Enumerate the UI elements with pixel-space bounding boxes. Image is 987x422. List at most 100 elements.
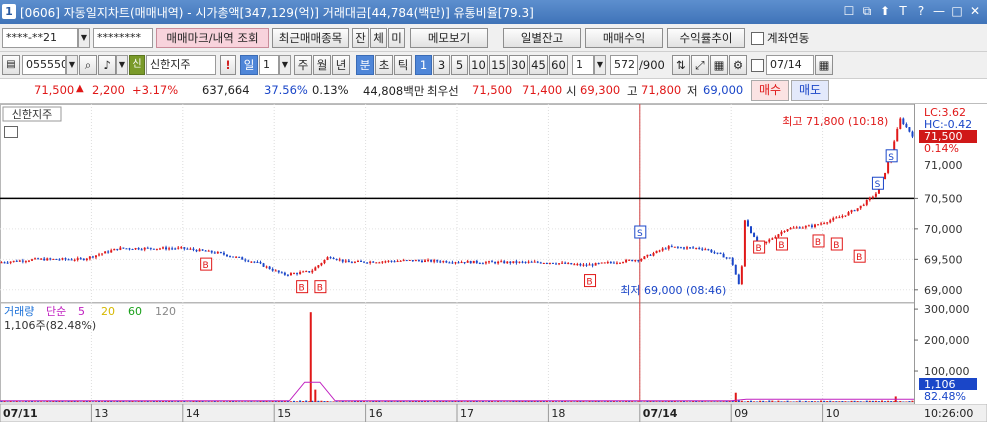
period-year-button[interactable]: 년 (332, 55, 350, 75)
stock-name-field[interactable]: 신한지주 (146, 55, 216, 75)
price-change: 2,200 (92, 83, 125, 97)
period-tick-button[interactable]: 틱 (394, 55, 412, 75)
bid-price: 71,400 (522, 83, 563, 97)
pin-icon[interactable]: ⬆ (877, 3, 893, 20)
copy-window-icon[interactable]: ⧉ (859, 3, 875, 20)
indicator-icon[interactable]: ⇅ (672, 55, 690, 75)
stock-code-input[interactable]: 055550 (22, 55, 66, 75)
chart-area[interactable]: B B B B B B B B B S S S 최고 71,800 (10:18) 최저 69,000 (… (0, 104, 987, 422)
volume-bar (101, 401, 104, 402)
period-second-button[interactable]: 초 (375, 55, 393, 75)
gear-icon[interactable]: ⚙ (729, 55, 747, 75)
price-volume-chart[interactable]: B B B B B B B B B S S S 최고 71,800 (10:18) 최저 69,000 (… (0, 104, 987, 422)
linked-account-checkbox[interactable] (751, 32, 764, 45)
trade-profit-button[interactable]: 매매수익 (585, 28, 663, 48)
help-icon[interactable]: ? (913, 3, 929, 20)
candle-body (259, 262, 262, 264)
memo-button[interactable]: 메모보기 (410, 28, 488, 48)
low-price: 69,000 (703, 83, 744, 97)
jan-button[interactable]: 잔 (352, 28, 369, 48)
candle-body (9, 261, 12, 263)
daily-balance-button[interactable]: 일별잔고 (503, 28, 581, 48)
minute-1-button[interactable]: 1 (415, 55, 432, 75)
period-num-input[interactable]: 1 (259, 55, 279, 75)
account-dropdown-icon[interactable]: ▼ (78, 28, 90, 48)
grid-icon[interactable]: ▦ (710, 55, 728, 75)
minute-5-button[interactable]: 5 (451, 55, 468, 75)
volume-bar (780, 401, 783, 402)
period-num-dropdown-icon[interactable]: ▼ (279, 55, 291, 75)
volume-bar (707, 401, 710, 402)
volume-bar (40, 401, 43, 402)
che-button[interactable]: 체 (370, 28, 387, 48)
volume-bar (719, 401, 722, 402)
minute-10-button[interactable]: 10 (469, 55, 488, 75)
candle-body (393, 261, 396, 263)
buy-button[interactable]: 매수 (751, 80, 789, 101)
code-dropdown-icon[interactable]: ▼ (66, 55, 78, 75)
candle-body (58, 259, 61, 261)
candle-body (832, 218, 835, 221)
volume-bar (771, 400, 774, 402)
candle-body (606, 262, 609, 264)
calendar-icon[interactable]: ▦ (815, 55, 833, 75)
candle-body (241, 257, 244, 260)
font-icon[interactable]: T (895, 3, 911, 20)
volume-bar (686, 401, 689, 402)
volume: 637,664 (202, 83, 250, 97)
x-axis-label: 16 (369, 407, 383, 420)
sell-button[interactable]: 매도 (791, 80, 829, 101)
minute-3-button[interactable]: 3 (433, 55, 450, 75)
chart-table-icon[interactable] (4, 126, 18, 138)
search-icon[interactable]: ⌕ (79, 55, 97, 75)
draw-tools-icon[interactable]: ⤢ (691, 55, 709, 75)
period-week-button[interactable]: 주 (294, 55, 312, 75)
speaker-icon[interactable]: ♪ (98, 55, 116, 75)
period-day-button[interactable]: 일 (240, 55, 258, 75)
count-select[interactable]: 1 (572, 55, 594, 75)
mi-button[interactable]: 미 (388, 28, 405, 48)
minute-15-button[interactable]: 15 (489, 55, 508, 75)
candle-body (887, 161, 890, 173)
volume-bar (268, 401, 271, 402)
recent-items-button[interactable]: 최근매매종목 (272, 28, 349, 48)
menu-icon[interactable]: ▤ (2, 55, 20, 75)
minute-45-button[interactable]: 45 (529, 55, 548, 75)
maximize-icon[interactable]: □ (949, 3, 965, 20)
candle-body (515, 261, 518, 263)
minute-30-button[interactable]: 30 (509, 55, 528, 75)
period-month-button[interactable]: 월 (313, 55, 331, 75)
candle-body (18, 260, 21, 262)
candle-body (308, 271, 311, 273)
count-dropdown-icon[interactable]: ▼ (594, 55, 606, 75)
candle-body (40, 258, 43, 260)
close-icon[interactable]: ✕ (967, 3, 983, 20)
candle-body (216, 252, 219, 254)
candle-body (634, 260, 637, 262)
candle-body (402, 260, 405, 262)
date-checkbox[interactable] (751, 59, 764, 72)
screen-number[interactable]: 1 (2, 4, 16, 19)
count-input[interactable]: 572 (610, 55, 638, 75)
account-select[interactable]: ****-**21 (2, 28, 78, 48)
candle-body (625, 259, 628, 263)
password-field[interactable]: ******** (93, 28, 153, 48)
trade-mark-button[interactable]: 매매마크/내역 조회 (156, 28, 269, 48)
candle-body (128, 248, 131, 250)
speaker-dropdown-icon[interactable]: ▼ (116, 55, 128, 75)
return-trend-button[interactable]: 수익률추이 (667, 28, 745, 48)
period-minute-button[interactable]: 분 (356, 55, 374, 75)
volume-bar (664, 401, 667, 402)
candle-body (6, 262, 9, 264)
candle-body (207, 250, 210, 252)
candle-body (143, 247, 146, 250)
minimize-icon[interactable]: — (931, 3, 947, 20)
candle-body (381, 261, 384, 263)
candle-body (433, 260, 436, 262)
volume-bar (189, 401, 192, 402)
window-list-icon[interactable]: ☐ (841, 3, 857, 20)
alert-icon[interactable]: ! (220, 55, 236, 75)
date-input[interactable]: 07/14 (766, 55, 814, 75)
quote-bar: 71,500 ▲ 2,200 +3.17% 637,664 37.56% 0.1… (0, 79, 987, 104)
minute-60-button[interactable]: 60 (549, 55, 568, 75)
